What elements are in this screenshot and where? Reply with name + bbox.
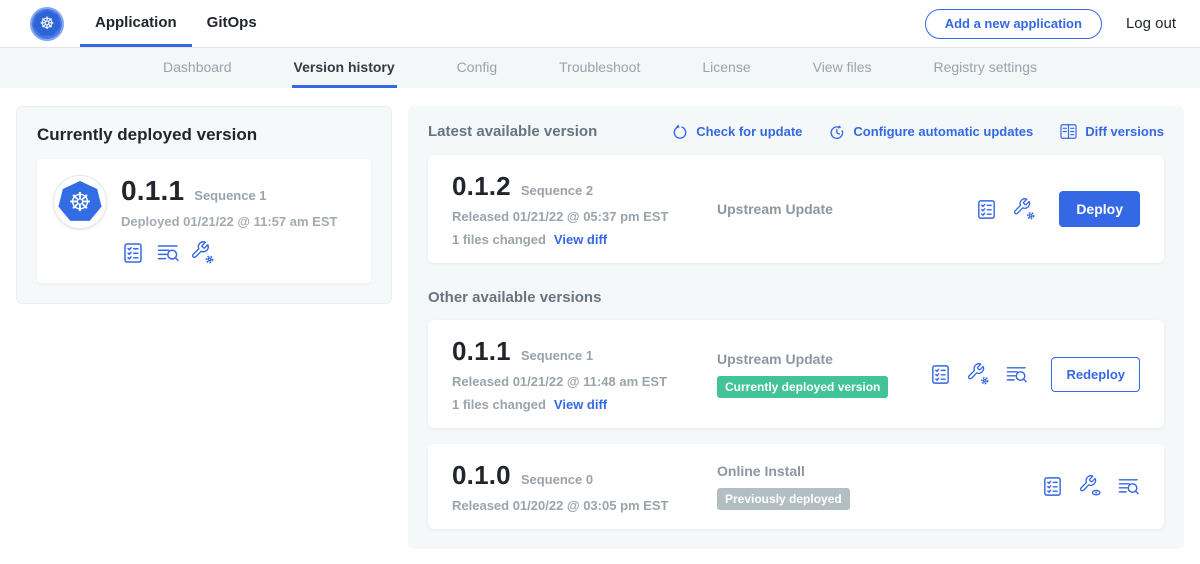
view-diff-link[interactable]: View diff xyxy=(554,397,607,412)
file-diff-icon[interactable] xyxy=(156,241,180,265)
subnav-registry-settings[interactable]: Registry settings xyxy=(932,48,1039,88)
version-number: 0.1.1 xyxy=(452,336,511,367)
clock-refresh-icon xyxy=(828,123,846,141)
deployed-sequence-label: Sequence 1 xyxy=(194,188,266,203)
version-source-label: Upstream Update xyxy=(717,201,833,217)
released-timestamp: Released 01/21/22 @ 05:37 pm EST xyxy=(452,209,717,224)
latest-available-title: Latest available version xyxy=(428,123,597,140)
deployed-version-number: 0.1.1 xyxy=(121,175,184,207)
kubernetes-logo-icon: ☸ xyxy=(30,7,64,41)
currently-deployed-title: Currently deployed version xyxy=(37,125,371,145)
sequence-label: Sequence 0 xyxy=(521,472,593,487)
version-source-label: Online Install xyxy=(717,463,805,479)
version-number: 0.1.0 xyxy=(452,460,511,491)
deployed-timestamp: Deployed 01/21/22 @ 11:57 am EST xyxy=(121,214,337,229)
deploy-button[interactable]: Deploy xyxy=(1059,191,1140,227)
released-timestamp: Released 01/21/22 @ 11:48 am EST xyxy=(452,374,717,389)
previously-deployed-badge: Previously deployed xyxy=(717,488,850,510)
version-row-0-1-0: 0.1.0 Sequence 0 Released 01/20/22 @ 03:… xyxy=(428,444,1164,529)
diff-columns-icon xyxy=(1059,122,1078,141)
file-diff-icon[interactable] xyxy=(1005,363,1028,386)
app-logo: ☸ xyxy=(30,0,64,47)
main-content: Currently deployed version ☸ 0.1.1 Seque… xyxy=(0,88,1200,564)
version-row-0-1-2: 0.1.2 Sequence 2 Released 01/21/22 @ 05:… xyxy=(428,155,1164,263)
refresh-icon xyxy=(671,123,689,141)
diff-versions-link[interactable]: Diff versions xyxy=(1059,122,1164,141)
sequence-label: Sequence 2 xyxy=(521,183,593,198)
released-timestamp: Released 01/20/22 @ 03:05 pm EST xyxy=(452,498,717,513)
currently-deployed-badge: Currently deployed version xyxy=(717,376,888,398)
logout-button[interactable]: Log out xyxy=(1126,15,1176,32)
version-number: 0.1.2 xyxy=(452,171,511,202)
app-subnav: Dashboard Version history Config Trouble… xyxy=(0,48,1200,88)
add-application-button[interactable]: Add a new application xyxy=(925,9,1102,39)
wrench-gear-icon[interactable] xyxy=(967,363,990,386)
redeploy-button[interactable]: Redeploy xyxy=(1051,357,1140,392)
app-header: ☸ Application GitOps Add a new applicati… xyxy=(0,0,1200,48)
version-history-panel: Latest available version Check for updat… xyxy=(408,106,1184,549)
wrench-eye-icon[interactable] xyxy=(1079,475,1102,498)
checklist-icon[interactable] xyxy=(975,198,998,221)
files-changed-label: 1 files changed xyxy=(452,397,546,412)
checklist-icon[interactable] xyxy=(1041,475,1064,498)
version-source-label: Upstream Update xyxy=(717,351,833,367)
view-diff-link[interactable]: View diff xyxy=(554,232,607,247)
subnav-dashboard[interactable]: Dashboard xyxy=(161,48,234,88)
subnav-troubleshoot[interactable]: Troubleshoot xyxy=(557,48,642,88)
kubernetes-app-icon: ☸ xyxy=(53,175,107,229)
wrench-gear-icon[interactable] xyxy=(1013,198,1036,221)
sequence-label: Sequence 1 xyxy=(521,348,593,363)
tab-gitops[interactable]: GitOps xyxy=(192,0,272,47)
file-diff-icon[interactable] xyxy=(1117,475,1140,498)
subnav-config[interactable]: Config xyxy=(455,48,499,88)
subnav-version-history[interactable]: Version history xyxy=(292,48,397,88)
header-right: Add a new application Log out xyxy=(925,0,1176,47)
version-row-0-1-1: 0.1.1 Sequence 1 Released 01/21/22 @ 11:… xyxy=(428,320,1164,428)
currently-deployed-card: Currently deployed version ☸ 0.1.1 Seque… xyxy=(16,106,392,304)
configure-automatic-updates-link[interactable]: Configure automatic updates xyxy=(828,123,1033,141)
wrench-gear-icon[interactable] xyxy=(191,241,215,265)
subnav-license[interactable]: License xyxy=(700,48,752,88)
checklist-icon[interactable] xyxy=(929,363,952,386)
subnav-view-files[interactable]: View files xyxy=(811,48,874,88)
files-changed-label: 1 files changed xyxy=(452,232,546,247)
checklist-icon[interactable] xyxy=(121,241,145,265)
tab-application[interactable]: Application xyxy=(80,0,192,47)
other-available-title: Other available versions xyxy=(428,289,1164,306)
check-for-update-link[interactable]: Check for update xyxy=(671,123,802,141)
header-tabs: Application GitOps xyxy=(80,0,272,47)
deployed-version-box: ☸ 0.1.1 Sequence 1 Deployed 01/21/22 @ 1… xyxy=(37,159,371,283)
